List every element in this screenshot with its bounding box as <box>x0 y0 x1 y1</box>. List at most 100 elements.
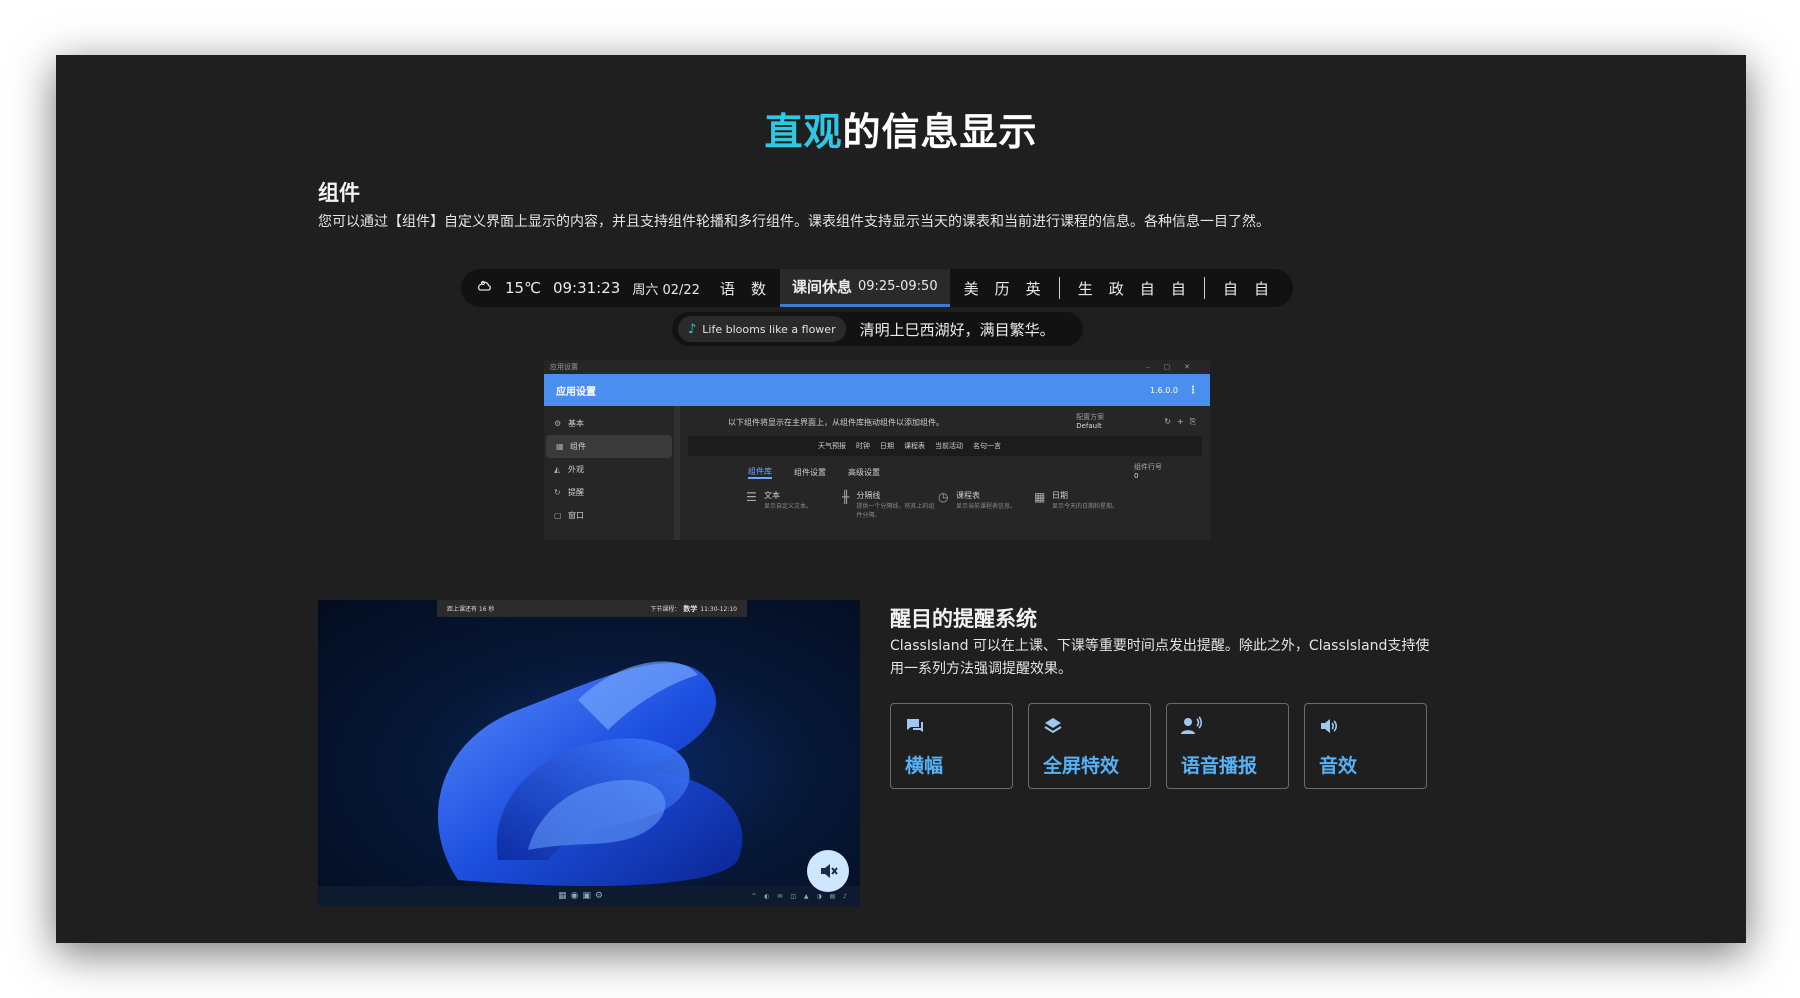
mute-speaker-icon[interactable] <box>807 850 849 892</box>
subject-item: 自 <box>1253 279 1269 298</box>
tab-component-settings[interactable]: 组件设置 <box>794 467 826 478</box>
current-period-label: 课间休息 <box>791 278 852 296</box>
component-cards: ☰ 文本 显示自定义文本。 ╫ 分隔线 提供一个分隔线，将其上的组件分隔。 ◷ 课程表 显示… <box>688 490 1202 519</box>
quote-bar: ♪ Life blooms like a flower 清明上巳西湖好，满目繁华… <box>672 312 1083 346</box>
desktop-preview: 距上课还有 16 秒 下节课程： 数学 11:30-12:10 ▦◉▣⚙ ^ ◐ ✉… <box>318 600 860 906</box>
music-pill[interactable]: ♪ Life blooms like a flower <box>678 316 846 342</box>
preset-label: 配置方案 <box>1076 413 1105 421</box>
divider <box>1058 277 1060 299</box>
app-title: 应用设置 <box>556 386 596 398</box>
card-title: 文本 <box>764 491 780 500</box>
preset-select[interactable]: 配置方案 Default <box>1076 413 1156 431</box>
app-bar: 应用设置 1.6.0.0 ⋮ <box>544 374 1210 406</box>
hero-title-accent: 直观 <box>764 110 843 154</box>
taskbar-icons[interactable]: ▦◉▣⚙ <box>558 891 607 901</box>
nav-item-components[interactable]: ▦ 组件 <box>546 435 672 458</box>
subject-item: 政 <box>1108 279 1124 298</box>
nav-label: 提醒 <box>568 488 584 497</box>
temperature: 15℃ <box>505 279 541 297</box>
nav-item-window[interactable]: ▢ 窗口 <box>544 504 674 527</box>
quick-item[interactable]: 日期 <box>880 441 894 451</box>
page-container: 直观的信息显示 组件 您可以通过【组件】自定义界面上显示的内容，并且支持组件轮播… <box>56 55 1746 943</box>
speaker-icon <box>1319 716 1412 736</box>
nav-label: 基本 <box>568 419 584 428</box>
current-period-time: 09:25-09:50 <box>857 279 938 294</box>
divider <box>1203 277 1205 299</box>
feature-card-sound[interactable]: 音效 <box>1304 703 1427 789</box>
feature-label: 音效 <box>1319 755 1358 777</box>
next-class-label: 下节课程： <box>650 605 681 613</box>
settings-window: 应用设置 –▢✕ 应用设置 1.6.0.0 ⋮ ⚙ 基本 ▦ 组件 ◭ 外观 ↻ 提醒 … <box>544 360 1210 540</box>
component-card[interactable]: ☰ 文本 显示自定义文本。 <box>746 490 842 519</box>
feature-label: 横幅 <box>905 755 944 777</box>
reminder-description: ClassIsland 可以在上课、下课等重要时间点发出提醒。除此之外，Clas… <box>890 638 1430 677</box>
quick-item[interactable]: 课程表 <box>904 441 925 451</box>
date-label: 周六 02/22 <box>632 282 700 298</box>
hero-title: 直观的信息显示 <box>56 101 1746 156</box>
hero-title-rest: 的信息显示 <box>842 110 1038 154</box>
nav-label: 外观 <box>568 465 584 474</box>
taskbar: ▦◉▣⚙ ^ ◐ ✉ ◫ ▲ ◑ ▤ ♪ <box>318 886 860 906</box>
subject-item: 自 <box>1222 279 1238 298</box>
system-tray[interactable]: ^ ◐ ✉ ◫ ▲ ◑ ▤ ♪ <box>751 893 850 900</box>
next-class-subject: 数学 <box>683 604 698 613</box>
bell-icon: ↻ <box>554 488 561 497</box>
quick-item[interactable]: 名句一言 <box>973 441 1001 451</box>
preset-buttons[interactable]: ↻+⎘ <box>1164 417 1202 427</box>
grid-icon: ▦ <box>556 442 564 451</box>
palette-icon: ◭ <box>554 465 561 474</box>
quote-text: 清明上巳西湖好，满目繁华。 <box>859 320 1055 339</box>
window-controls[interactable]: –▢✕ <box>1146 363 1204 371</box>
feature-label: 语音播报 <box>1181 755 1258 777</box>
tab-advanced[interactable]: 高级设置 <box>848 467 880 478</box>
nav-label: 窗口 <box>568 511 584 520</box>
layers-icon <box>1043 716 1136 736</box>
feature-card-fullscreen[interactable]: 全屏特效 <box>1028 703 1151 789</box>
subject-item: 生 <box>1077 279 1093 298</box>
quick-item[interactable]: 当前活动 <box>935 441 963 451</box>
components-heading: 组件 <box>318 181 360 205</box>
subject-item: 英 <box>1025 279 1041 298</box>
next-class-time: 11:30-12:10 <box>700 605 737 613</box>
quick-item[interactable]: 天气预报 <box>818 441 846 451</box>
card-title: 日期 <box>1052 491 1068 500</box>
window-icon: ▢ <box>554 511 562 520</box>
row-number-field[interactable]: 组件行号 0 <box>1134 463 1162 481</box>
reminder-strip: 距上课还有 16 秒 下节课程： 数学 11:30-12:10 <box>437 600 747 617</box>
nav-item-basic[interactable]: ⚙ 基本 <box>544 412 674 435</box>
weather-icon <box>477 279 493 297</box>
window-titlebar: 应用设置 –▢✕ <box>544 360 1210 374</box>
feature-card-voice[interactable]: 语音播报 <box>1166 703 1289 789</box>
feature-label: 全屏特效 <box>1043 755 1120 777</box>
card-title: 课程表 <box>956 491 980 500</box>
component-card[interactable]: ▦ 日期 显示今天的日期和星期。 <box>1034 490 1130 519</box>
text-icon: ☰ <box>746 490 757 504</box>
nav-item-reminder[interactable]: ↻ 提醒 <box>544 481 674 504</box>
nav-item-appearance[interactable]: ◭ 外观 <box>544 458 674 481</box>
more-icon[interactable]: ⋮ <box>1188 385 1198 396</box>
countdown-text: 距上课还有 16 秒 <box>447 606 495 613</box>
quick-item[interactable]: 时钟 <box>856 441 870 451</box>
card-subtitle: 提供一个分隔线，将其上的组件分隔。 <box>856 503 935 519</box>
music-note-icon: ♪ <box>688 321 697 337</box>
settings-tabs: 组件库 组件设置 高级设置 组件行号 0 <box>688 460 1202 484</box>
calendar-icon: ▦ <box>1034 490 1046 504</box>
chat-icon <box>905 716 998 736</box>
tab-library[interactable]: 组件库 <box>748 466 772 479</box>
voice-icon <box>1181 716 1274 736</box>
feature-card-banner[interactable]: 横幅 <box>890 703 1013 789</box>
current-period: 课间休息 09:25-09:50 <box>779 269 950 307</box>
reminder-heading: 醒目的提醒系统 <box>890 607 1037 631</box>
component-card[interactable]: ╫ 分隔线 提供一个分隔线，将其上的组件分隔。 <box>842 490 938 519</box>
row-field-value: 0 <box>1134 472 1139 480</box>
components-description: 您可以通过【组件】自定义界面上显示的内容，并且支持组件轮播和多行组件。课表组件支… <box>318 214 1270 230</box>
wallpaper-bloom <box>438 661 743 886</box>
gear-icon: ⚙ <box>554 419 562 428</box>
song-title: Life blooms like a flower <box>702 322 836 336</box>
next-class: 下节课程： 数学 11:30-12:10 <box>650 604 737 614</box>
settings-nav: ⚙ 基本 ▦ 组件 ◭ 外观 ↻ 提醒 ▢ 窗口 <box>544 406 680 540</box>
subject-item: 自 <box>1170 279 1186 298</box>
nav-label: 组件 <box>570 442 586 451</box>
status-bar: 15℃ 09:31:23 周六 02/22 语 数 课间休息 09:25-09:… <box>461 269 1293 307</box>
component-card[interactable]: ◷ 课程表 显示当前课程表信息。 <box>938 490 1034 519</box>
